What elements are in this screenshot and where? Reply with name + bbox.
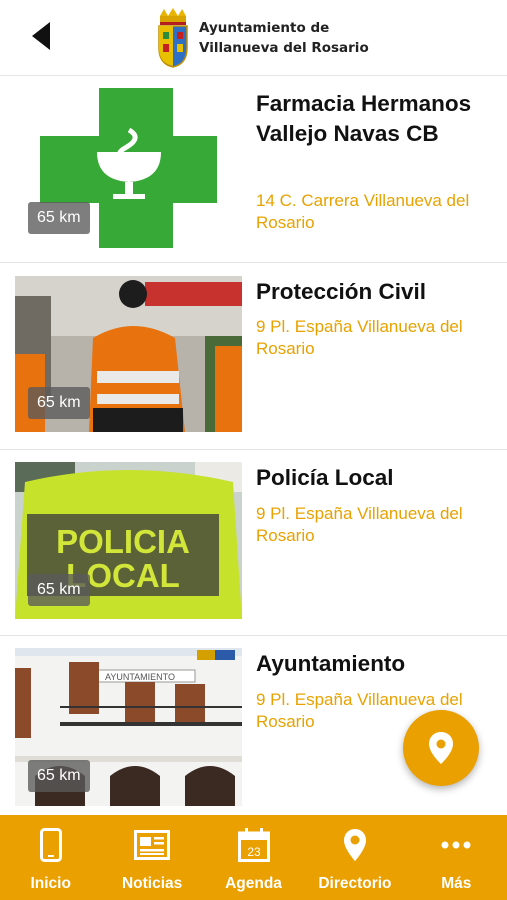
distance-badge: 65 km [28,387,90,419]
nav-item-inicio[interactable]: Inicio [0,815,101,900]
map-pin-icon [343,827,367,863]
nav-item-agenda[interactable]: 23 Agenda [203,815,304,900]
item-title: Ayuntamiento [256,651,406,676]
newspaper-icon [134,827,171,863]
brand-title: Ayuntamiento de Villanueva del Rosario [199,18,369,58]
nav-label: Noticias [121,875,183,892]
list-item[interactable]: POLICIA LOCAL 65 km Policía Local 9 Pl. … [0,450,507,636]
arrow-left-icon [32,22,50,50]
distance-badge: 65 km [28,202,90,234]
brand-title-line2: Villanueva del Rosario [199,40,369,56]
coat-of-arms-icon [158,8,188,68]
bottom-navigation: Inicio Noticias 23 Agenda Directorio Más [0,815,507,900]
nav-label: Inicio [30,875,71,892]
item-address: 9 Pl. España Villanueva del Rosario [256,317,463,358]
map-pin-icon [429,732,453,764]
item-title: Protección Civil [256,279,427,304]
list-item[interactable]: 65 km Farmacia Hermanos Vallejo Navas CB… [0,77,507,263]
directory-list: 65 km Farmacia Hermanos Vallejo Navas CB… [0,77,507,816]
item-title: Policía Local [256,465,394,490]
phone-icon [39,827,62,863]
item-address: 9 Pl. España Villanueva del Rosario [256,504,463,545]
brand: Ayuntamiento de Villanueva del Rosario [155,8,369,68]
vest-text-line1: POLICIA [56,523,190,560]
list-item[interactable]: 65 km Protección Civil 9 Pl. España Vill… [0,263,507,450]
nav-label: Más [441,875,472,892]
back-button[interactable] [26,20,56,52]
nav-item-mas[interactable]: Más [406,815,507,900]
distance-badge: 65 km [28,574,90,606]
calendar-icon: 23 [237,827,270,863]
map-fab-button[interactable] [403,710,479,786]
nav-label: Directorio [318,875,392,892]
building-sign: AYUNTAMIENTO [105,672,175,682]
app-header: Ayuntamiento de Villanueva del Rosario [0,0,507,76]
more-dots-icon [441,827,471,863]
nav-item-directorio[interactable]: Directorio [304,815,405,900]
calendar-day: 23 [247,845,261,859]
nav-label: Agenda [225,875,282,892]
nav-item-noticias[interactable]: Noticias [101,815,202,900]
item-title: Farmacia Hermanos Vallejo Navas CB [256,91,472,146]
item-address: 14 C. Carrera Villanueva del Rosario [256,191,470,232]
distance-badge: 65 km [28,760,90,792]
brand-title-line1: Ayuntamiento de [199,20,330,36]
